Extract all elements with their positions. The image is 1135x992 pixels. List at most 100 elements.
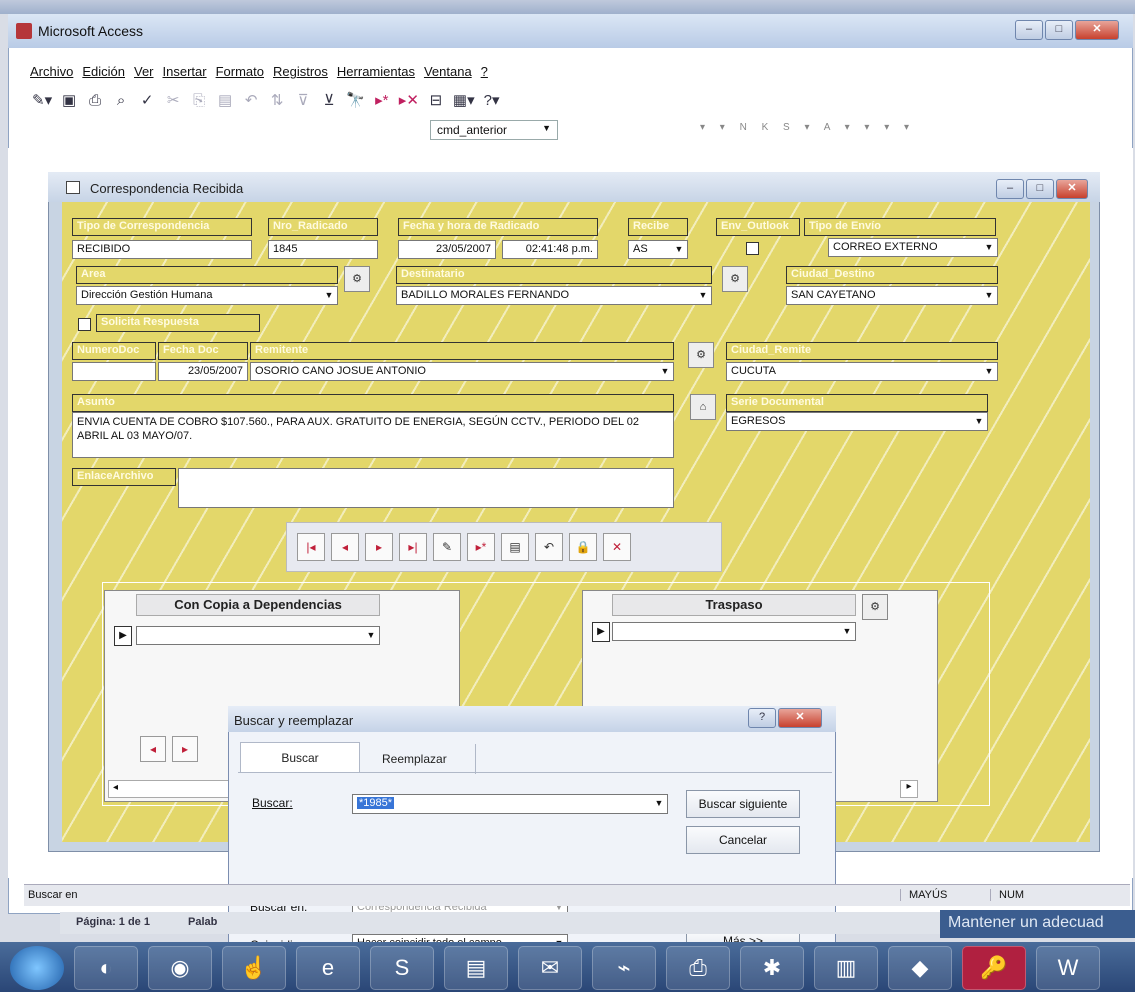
books-icon[interactable]: ▥ [814, 946, 878, 990]
add-area-button[interactable]: ⚙ [344, 266, 370, 292]
chrome-icon[interactable]: ◉ [148, 946, 212, 990]
menu-insertar[interactable]: Insertar [163, 64, 207, 84]
hora-field[interactable]: 02:41:48 p.m. [502, 240, 598, 259]
new-object-icon[interactable]: ▦▾ [453, 91, 475, 109]
nro-radicado-field[interactable]: 1845 [268, 240, 378, 259]
close-icon[interactable]: ✕ [1075, 20, 1119, 40]
delete-record-nav-icon[interactable]: ✕ [603, 533, 631, 561]
add-destinatario-button[interactable]: ⚙ [722, 266, 748, 292]
add-traspaso-button[interactable]: ⚙ [862, 594, 888, 620]
paste-icon[interactable]: ▤ [216, 91, 234, 109]
destinatario-dropdown[interactable]: BADILLO MORALES FERNANDO ▼ [396, 286, 712, 305]
menu-help[interactable]: ? [481, 64, 488, 84]
cancelar-button[interactable]: Cancelar [686, 826, 800, 854]
save-record-icon[interactable]: ▤ [501, 533, 529, 561]
firefox-icon[interactable]: ◐ [74, 946, 138, 990]
first-record-icon[interactable]: |◂ [297, 533, 325, 561]
lock-icon[interactable]: 🔒 [569, 533, 597, 561]
next-record-icon[interactable]: ▸ [365, 533, 393, 561]
dialog-help-icon[interactable]: ? [748, 708, 776, 728]
scroll-right-icon[interactable]: ▸ [900, 780, 918, 798]
chevron-down-icon: ▼ [698, 290, 708, 300]
apply-filter-icon[interactable]: ⊻ [320, 91, 338, 109]
fecha-doc-field[interactable]: 23/05/2007 [158, 362, 248, 381]
skype-icon[interactable]: S [370, 946, 434, 990]
fecha-field[interactable]: 23/05/2007 [398, 240, 496, 259]
menu-registros[interactable]: Registros [273, 64, 328, 84]
previous-record-icon[interactable]: ◂ [331, 533, 359, 561]
ciudad-destino-dropdown[interactable]: SAN CAYETANO ▼ [786, 286, 998, 305]
menu-herramientas[interactable]: Herramientas [337, 64, 415, 84]
internet-explorer-icon[interactable]: e [296, 946, 360, 990]
buscar-input[interactable]: *1985* ▼ [352, 794, 668, 814]
buscar-siguiente-button[interactable]: Buscar siguiente [686, 790, 800, 818]
delete-record-icon[interactable]: ▸✕ [399, 91, 419, 109]
undo-record-icon[interactable]: ↶ [535, 533, 563, 561]
mail-icon[interactable]: ✉ [518, 946, 582, 990]
pointer-app-icon[interactable]: ☝ [222, 946, 286, 990]
print-icon[interactable]: ⎙ [86, 92, 104, 109]
scroll-left-icon[interactable]: ◂ [113, 782, 118, 793]
open-folder-button[interactable]: ⌂ [690, 394, 716, 420]
area-dropdown[interactable]: Dirección Gestión Humana ▼ [76, 286, 338, 305]
view-icon[interactable]: ✎▾ [32, 91, 52, 109]
menu-ventana[interactable]: Ventana [424, 64, 472, 84]
subform-next-icon[interactable]: ▸ [172, 736, 198, 762]
recibe-dropdown[interactable]: AS ▼ [628, 240, 688, 259]
subform-previous-icon[interactable]: ◂ [140, 736, 166, 762]
traspaso-dropdown[interactable]: ▼ [612, 622, 856, 641]
asunto-field[interactable]: ENVIA CUENTA DE COBRO $107.560., PARA AU… [72, 412, 674, 458]
save-icon[interactable]: ▣ [60, 91, 78, 109]
serie-documental-dropdown[interactable]: EGRESOS ▼ [726, 412, 988, 431]
form-maximize-icon[interactable]: □ [1026, 179, 1054, 199]
word-icon[interactable]: W [1036, 946, 1100, 990]
file-explorer-icon[interactable]: ▤ [444, 946, 508, 990]
menu-archivo[interactable]: Archivo [30, 64, 73, 84]
menu-formato[interactable]: Formato [216, 64, 264, 84]
database-window-icon[interactable]: ⊟ [427, 91, 445, 109]
tools-icon[interactable]: ✱ [740, 946, 804, 990]
minimize-icon[interactable]: – [1015, 20, 1043, 40]
new-record-icon[interactable]: ▸* [373, 91, 391, 109]
copia-dependencia-dropdown[interactable]: ▼ [136, 626, 380, 645]
add-remitente-button[interactable]: ⚙ [688, 342, 714, 368]
tipo-correspondencia-field[interactable]: RECIBIDO [72, 240, 252, 259]
help-icon[interactable]: ?▾ [483, 91, 501, 109]
tab-buscar[interactable]: Buscar [240, 742, 360, 772]
env-outlook-checkbox[interactable] [746, 242, 759, 255]
label-ciudad-destino: Ciudad_Destino [786, 266, 998, 284]
access-taskbar-icon[interactable]: 🔑 [962, 946, 1026, 990]
print-preview-icon[interactable]: ⌕ [112, 92, 130, 109]
find-icon[interactable]: 🔭 [346, 91, 365, 109]
solicita-respuesta-checkbox[interactable] [78, 318, 91, 331]
ciudad-remite-dropdown[interactable]: CUCUTA ▼ [726, 362, 998, 381]
scanner-icon[interactable]: ⎙ [666, 946, 730, 990]
menu-ver[interactable]: Ver [134, 64, 154, 84]
network-icon[interactable]: ⌁ [592, 946, 656, 990]
numero-doc-field[interactable] [72, 362, 156, 381]
tab-reemplazar[interactable]: Reemplazar [368, 744, 476, 774]
row-selector-icon[interactable]: ▶ [114, 626, 132, 646]
form-close-icon[interactable]: ✕ [1056, 179, 1088, 199]
globe-app-icon[interactable]: ◆ [888, 946, 952, 990]
last-record-icon[interactable]: ▸| [399, 533, 427, 561]
remitente-dropdown[interactable]: OSORIO CANO JOSUE ANTONIO ▼ [250, 362, 674, 381]
form-minimize-icon[interactable]: – [996, 179, 1024, 199]
filter-icon[interactable]: ⊽ [294, 91, 312, 109]
new-record-nav-icon[interactable]: ▸* [467, 533, 495, 561]
menu-edicion[interactable]: Edición [82, 64, 125, 84]
subform-navigation: ◂ ▸ [140, 736, 220, 764]
copy-icon[interactable]: ⎘ [190, 92, 208, 109]
spelling-icon[interactable]: ✓ [138, 91, 156, 109]
enlace-archivo-field[interactable] [178, 468, 674, 508]
object-selector[interactable]: cmd_anterior ▼ [430, 120, 558, 140]
maximize-icon[interactable]: □ [1045, 20, 1073, 40]
dialog-close-icon[interactable]: ✕ [778, 708, 822, 728]
traspaso-row-selector-icon[interactable]: ▶ [592, 622, 610, 642]
tipo-envio-dropdown[interactable]: CORREO EXTERNO ▼ [828, 238, 998, 257]
sort-icon[interactable]: ⇅ [268, 91, 286, 109]
edit-record-icon[interactable]: ✎ [433, 533, 461, 561]
start-button-icon[interactable] [10, 946, 64, 990]
undo-icon[interactable]: ↶ [242, 91, 260, 109]
cut-icon[interactable]: ✂ [164, 91, 182, 109]
